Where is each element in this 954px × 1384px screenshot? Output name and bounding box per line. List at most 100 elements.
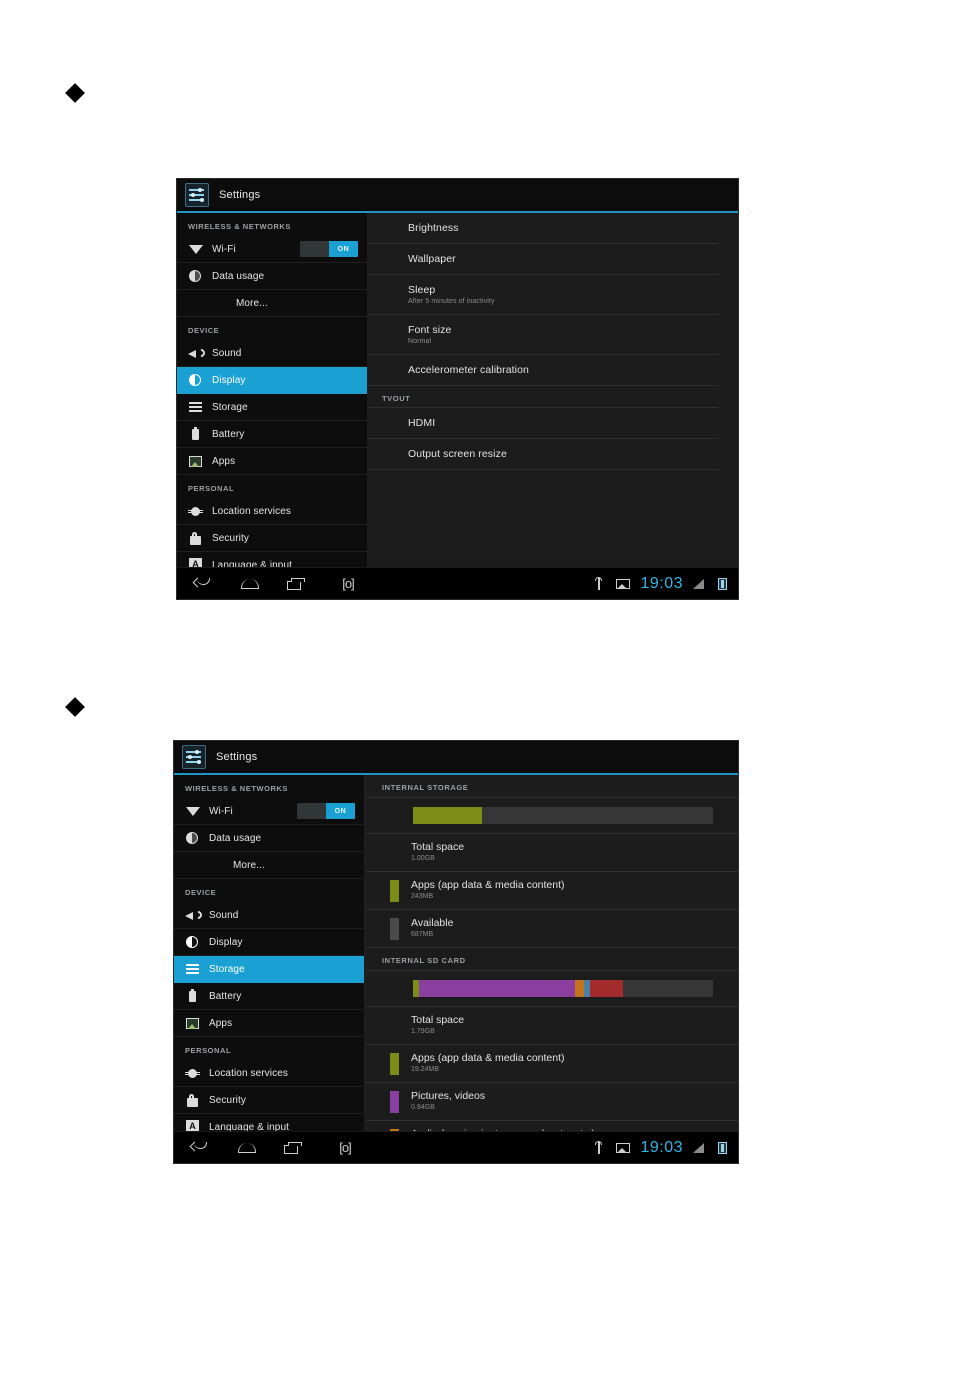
security-lock-icon — [185, 1093, 200, 1108]
usb-icon — [592, 1140, 606, 1155]
storage-row-apps-internal[interactable]: Apps (app data & media content) 243MB — [366, 872, 738, 910]
sidebar-item-security[interactable]: Security — [177, 525, 367, 552]
sidebar-item-wifi[interactable]: Wi-Fi ON — [174, 798, 364, 825]
storage-icon — [185, 962, 200, 977]
sidebar-item-more[interactable]: More... — [177, 290, 367, 317]
signal-icon — [693, 1141, 706, 1155]
nav-group-header-wireless: WIRELESS & NETWORKS — [188, 222, 291, 231]
storage-bar-segment — [482, 807, 713, 824]
screenshot-storage-settings: Settings WIRELESS & NETWORKS Wi-Fi ON Da… — [173, 740, 739, 1164]
sidebar-item-display[interactable]: Display — [177, 367, 367, 394]
home-icon[interactable] — [239, 575, 261, 593]
recents-icon[interactable] — [285, 575, 307, 593]
sidebar-item-label: Location services — [209, 1067, 288, 1079]
storage-row-text: Audio (music, ringtones, podcasts, etc.)… — [411, 1128, 595, 1131]
action-bar: Settings — [174, 741, 738, 775]
sidebar-item-location-services[interactable]: Location services — [177, 498, 367, 525]
sidebar-item-wifi[interactable]: Wi-Fi ON — [177, 236, 367, 263]
sound-icon — [185, 908, 200, 923]
settings-body: WIRELESS & NETWORKS Wi-Fi ON Data usage … — [177, 213, 738, 567]
row-title: Accelerometer calibration — [408, 364, 529, 376]
sidebar-item-label: Apps — [212, 455, 236, 467]
row-title: Output screen resize — [408, 448, 507, 460]
storage-row-available-internal[interactable]: Available 687MB — [366, 910, 738, 948]
list-item-sleep[interactable]: Sleep After 5 minutes of inactivity — [368, 275, 718, 315]
sidebar-item-battery[interactable]: Battery — [174, 983, 364, 1010]
display-icon — [185, 935, 200, 950]
storage-row-pictures-videos[interactable]: Pictures, videos 0.94GB — [366, 1083, 738, 1121]
storage-row-value: 1.79GB — [411, 1028, 435, 1035]
sidebar-item-display[interactable]: Display — [174, 929, 364, 956]
no-icon — [185, 858, 200, 873]
nav-keys[interactable]: [o] — [190, 1139, 362, 1157]
system-navigation-bar[interactable]: [o] 19:03 — [174, 1131, 738, 1163]
sidebar-item-location-services[interactable]: Location services — [174, 1060, 364, 1087]
battery-status-icon — [716, 577, 730, 591]
nav-group-header-personal: PERSONAL — [185, 1046, 232, 1055]
storage-row-value: 243MB — [411, 893, 434, 900]
settings-sliders-icon — [182, 745, 206, 769]
nav-group-header-personal: PERSONAL — [188, 484, 235, 493]
storage-row-total-space-sdcard[interactable]: Total space 1.79GB — [366, 1007, 738, 1045]
screenshot-icon[interactable]: [o] — [331, 575, 365, 593]
sound-icon — [188, 346, 203, 361]
section-header-internal-storage: INTERNAL STORAGE — [366, 775, 738, 798]
recents-icon[interactable] — [282, 1139, 304, 1157]
status-clock: 19:03 — [640, 1138, 683, 1156]
list-item-font-size[interactable]: Font size Normal — [368, 315, 718, 355]
system-navigation-bar[interactable]: [o] 19:03 — [177, 567, 738, 599]
storage-row-text: Apps (app data & media content) 19.24MB — [411, 1052, 565, 1073]
data-usage-icon — [185, 831, 200, 846]
wifi-toggle[interactable]: ON — [297, 803, 355, 819]
nav-keys[interactable]: [o] — [193, 575, 365, 593]
sidebar-item-language-input[interactable]: Language & input — [174, 1114, 364, 1131]
list-item-accelerometer-calibration[interactable]: Accelerometer calibration — [368, 355, 718, 386]
list-item-brightness[interactable]: Brightness — [368, 213, 718, 244]
storage-row-audio[interactable]: Audio (music, ringtones, podcasts, etc.)… — [366, 1121, 738, 1131]
storage-row-title: Total space — [411, 841, 465, 853]
sidebar-item-language-input[interactable]: Language & input — [177, 552, 367, 567]
storage-list[interactable]: INTERNAL STORAGE Total space 1.00GB Apps… — [365, 775, 738, 1131]
swatch-none — [390, 842, 399, 864]
sdcard-storage-bar — [413, 980, 713, 997]
back-icon[interactable] — [193, 575, 215, 593]
sidebar-item-label: Language & input — [209, 1121, 290, 1132]
sidebar-item-label: Battery — [209, 990, 242, 1002]
storage-row-text: Total space 1.00GB — [411, 841, 464, 862]
sidebar-item-security[interactable]: Security — [174, 1087, 364, 1114]
storage-row-total-space-internal[interactable]: Total space 1.00GB — [366, 834, 738, 872]
screenshot-icon[interactable]: [o] — [328, 1139, 362, 1157]
list-item-output-screen-resize[interactable]: Output screen resize — [368, 439, 718, 470]
internal-storage-bar-wrap — [366, 798, 738, 834]
sidebar-item-more[interactable]: More... — [174, 852, 364, 879]
sidebar-item-storage[interactable]: Storage — [174, 956, 364, 983]
list-item-wallpaper[interactable]: Wallpaper — [368, 244, 718, 275]
sidebar-item-apps[interactable]: Apps — [174, 1010, 364, 1037]
location-icon — [188, 504, 203, 519]
document-page: Settings WIRELESS & NETWORKS Wi-Fi ON Da… — [0, 0, 954, 1384]
sidebar-item-sound[interactable]: Sound — [177, 340, 367, 367]
status-icons[interactable]: 19:03 — [592, 1139, 730, 1157]
home-icon[interactable] — [236, 1139, 258, 1157]
sidebar-item-label: Location services — [212, 505, 291, 517]
back-icon[interactable] — [190, 1139, 212, 1157]
sidebar-item-apps[interactable]: Apps — [177, 448, 367, 475]
list-item-hdmi[interactable]: HDMI — [368, 408, 718, 439]
sidebar-item-label: Security — [212, 532, 249, 544]
storage-row-apps-sdcard[interactable]: Apps (app data & media content) 19.24MB — [366, 1045, 738, 1083]
settings-sidebar[interactable]: WIRELESS & NETWORKS Wi-Fi ON Data usage … — [177, 213, 368, 567]
sidebar-item-data-usage[interactable]: Data usage — [174, 825, 364, 852]
sidebar-item-storage[interactable]: Storage — [177, 394, 367, 421]
storage-row-value: 687MB — [411, 931, 434, 938]
sidebar-item-sound[interactable]: Sound — [174, 902, 364, 929]
sidebar-item-label: Sound — [209, 909, 239, 921]
storage-row-title: Audio (music, ringtones, podcasts, etc.) — [411, 1128, 595, 1131]
settings-sidebar[interactable]: WIRELESS & NETWORKS Wi-Fi ON Data usage … — [174, 775, 365, 1131]
sidebar-item-data-usage[interactable]: Data usage — [177, 263, 367, 290]
sidebar-item-battery[interactable]: Battery — [177, 421, 367, 448]
display-settings-list[interactable]: Brightness Wallpaper Sleep After 5 minut… — [368, 213, 738, 567]
status-icons[interactable]: 19:03 — [592, 575, 730, 593]
row-title: Brightness — [408, 222, 459, 234]
wifi-toggle[interactable]: ON — [300, 241, 358, 257]
storage-bar-segment — [575, 980, 584, 997]
